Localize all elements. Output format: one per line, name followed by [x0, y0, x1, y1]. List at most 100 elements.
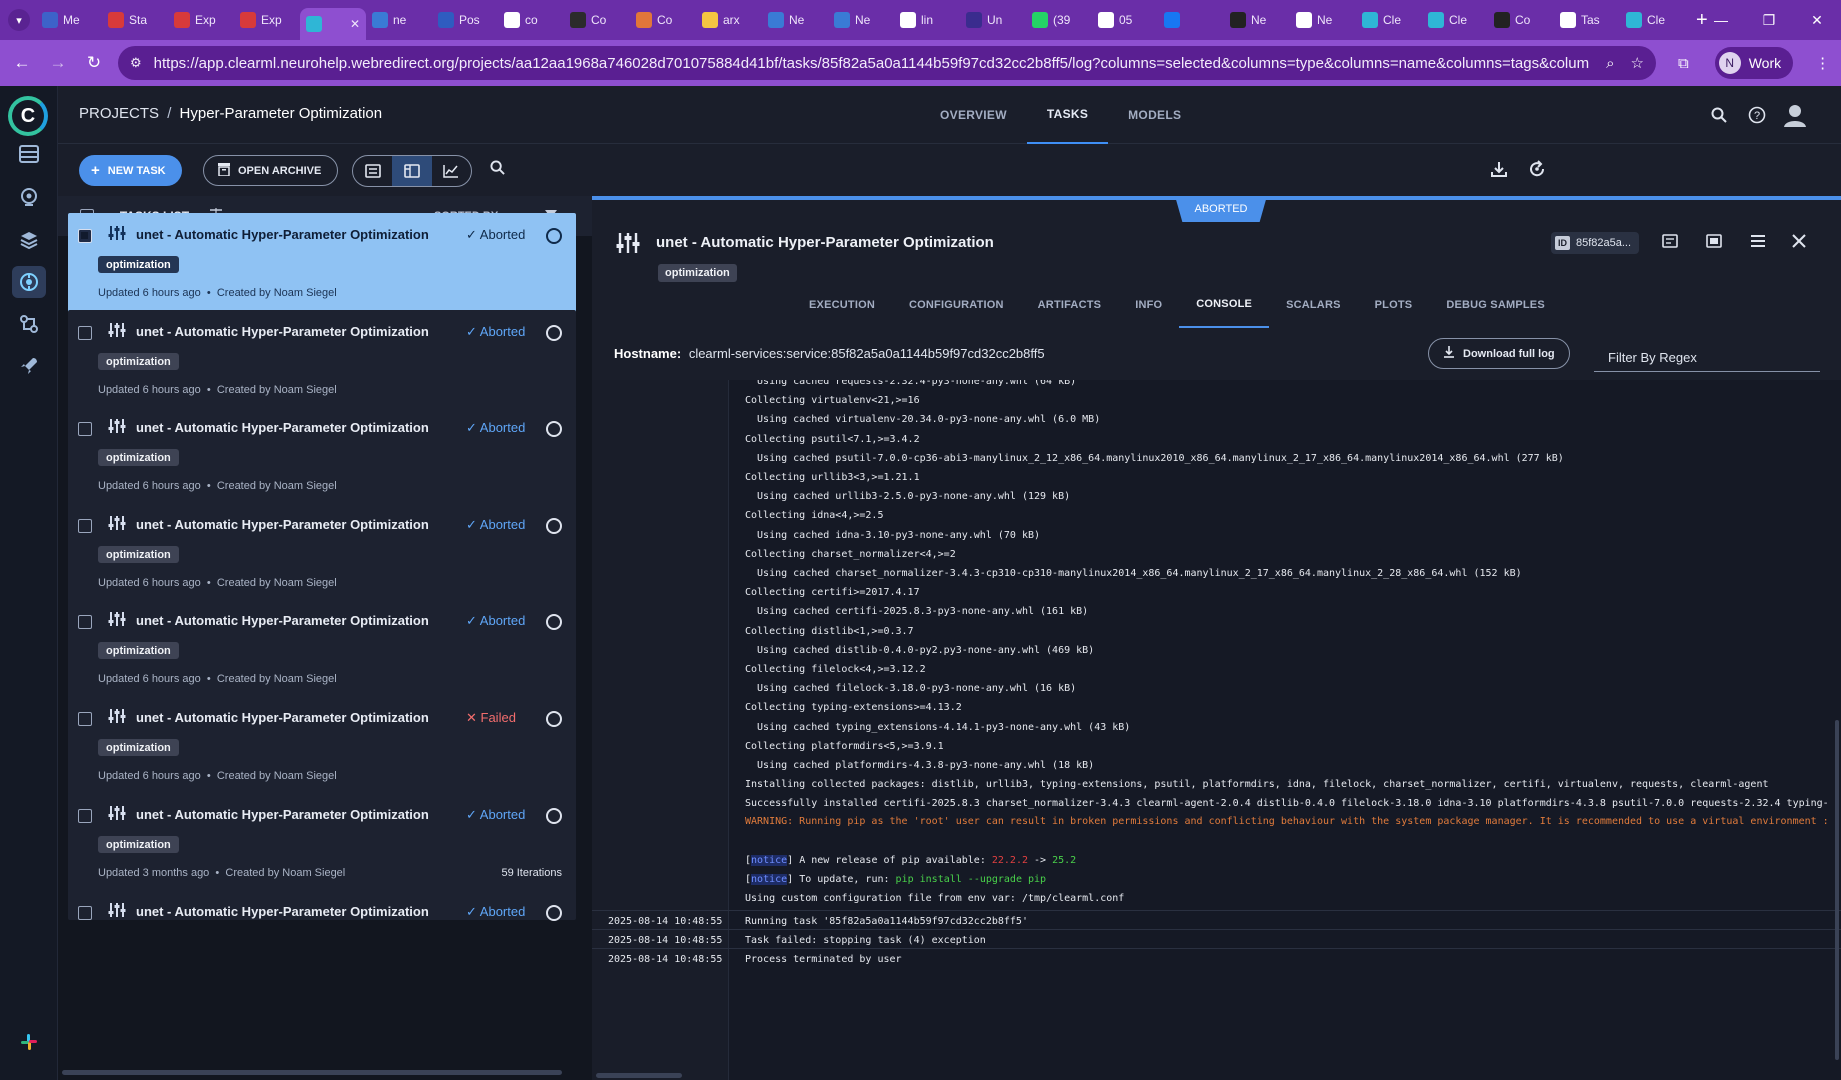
- projects-brain-icon[interactable]: [12, 181, 46, 213]
- bookmark-star-icon[interactable]: ☆: [1631, 54, 1644, 72]
- compare-chart-icon[interactable]: [432, 156, 471, 186]
- reload-icon[interactable]: ↻: [80, 49, 108, 77]
- task-card[interactable]: unet - Automatic Hyper-Parameter Optimiz…: [68, 696, 576, 798]
- menu-hamburger-icon[interactable]: [1750, 234, 1766, 253]
- restore-icon[interactable]: ❐: [1745, 0, 1793, 40]
- download-full-log-button[interactable]: Download full log: [1428, 338, 1570, 369]
- task-tag[interactable]: optimization: [658, 264, 737, 282]
- task-checkbox[interactable]: [78, 422, 92, 436]
- browser-tab[interactable]: Me: [36, 4, 102, 36]
- browser-tab[interactable]: Ne: [828, 4, 894, 36]
- clearml-logo[interactable]: C: [8, 96, 48, 136]
- task-checkbox[interactable]: [78, 615, 92, 629]
- url-text[interactable]: https://app.clearml.neurohelp.webredirec…: [154, 55, 1590, 72]
- tab-tasks[interactable]: TASKS: [1026, 86, 1109, 144]
- task-radio-circle[interactable]: [546, 808, 562, 824]
- open-archive-button[interactable]: OPEN ARCHIVE: [203, 155, 339, 186]
- tab-models[interactable]: MODELS: [1108, 86, 1201, 144]
- task-radio-circle[interactable]: [546, 614, 562, 630]
- task-tag[interactable]: optimization: [98, 836, 179, 853]
- tab-plots[interactable]: PLOTS: [1358, 282, 1430, 328]
- browser-tab[interactable]: Cle: [1620, 4, 1686, 36]
- browser-tab[interactable]: Tas: [1554, 4, 1620, 36]
- task-card[interactable]: unet - Automatic Hyper-Parameter Optimiz…: [68, 213, 576, 315]
- browser-tab[interactable]: Pos: [432, 4, 498, 36]
- task-checkbox[interactable]: [78, 809, 92, 823]
- extensions-icon[interactable]: ⧉: [1678, 55, 1689, 72]
- tab-debug-samples[interactable]: DEBUG SAMPLES: [1429, 282, 1562, 328]
- breadcrumb-projects[interactable]: PROJECTS: [79, 105, 159, 122]
- task-radio-circle[interactable]: [546, 518, 562, 534]
- browser-tab[interactable]: Sta: [102, 4, 168, 36]
- tab-configuration[interactable]: CONFIGURATION: [892, 282, 1021, 328]
- tab-search-chevron-icon[interactable]: ▾: [8, 9, 30, 31]
- browser-tab[interactable]: Exp: [168, 4, 234, 36]
- task-card[interactable]: unet - Automatic Hyper-Parameter Optimiz…: [68, 310, 576, 412]
- browser-tab[interactable]: [1158, 4, 1224, 36]
- task-checkbox[interactable]: [78, 519, 92, 533]
- url-omnibox[interactable]: ⚙ https://app.clearml.neurohelp.webredir…: [118, 46, 1656, 80]
- info-panel-icon[interactable]: [1662, 234, 1678, 253]
- browser-tab[interactable]: arx: [696, 4, 762, 36]
- user-avatar-icon[interactable]: [1780, 100, 1810, 130]
- orchestration-icon[interactable]: [12, 308, 46, 340]
- task-id-button[interactable]: ID 85f82a5a...: [1551, 232, 1639, 254]
- task-card[interactable]: unet - Automatic Hyper-Parameter Optimiz…: [68, 406, 576, 508]
- task-checkbox[interactable]: [78, 712, 92, 726]
- browser-tab[interactable]: ne: [366, 4, 432, 36]
- task-checkbox[interactable]: [78, 326, 92, 340]
- forward-arrow-icon[interactable]: →: [44, 49, 72, 77]
- tab-console[interactable]: CONSOLE: [1179, 282, 1270, 328]
- profile-button[interactable]: N Work: [1714, 47, 1794, 79]
- pipelines-brain-icon[interactable]: [12, 266, 46, 298]
- browser-tab[interactable]: 05: [1092, 4, 1158, 36]
- tab-execution[interactable]: EXECUTION: [792, 282, 892, 328]
- task-checkbox[interactable]: [78, 229, 92, 243]
- console-horizontal-scrollbar[interactable]: [596, 1073, 682, 1078]
- browser-tab[interactable]: Cle: [1422, 4, 1488, 36]
- browser-tab[interactable]: co: [498, 4, 564, 36]
- task-radio-circle[interactable]: [546, 421, 562, 437]
- task-tag[interactable]: optimization: [98, 642, 179, 659]
- task-tag[interactable]: optimization: [98, 546, 179, 563]
- task-radio-circle[interactable]: [546, 905, 562, 921]
- help-icon[interactable]: ?: [1746, 104, 1768, 126]
- tab-artifacts[interactable]: ARTIFACTS: [1021, 282, 1119, 328]
- fullscreen-icon[interactable]: [1706, 234, 1722, 253]
- breadcrumb-current-project[interactable]: Hyper-Parameter Optimization: [180, 105, 383, 122]
- auto-refresh-icon[interactable]: [1528, 160, 1546, 183]
- task-card[interactable]: unet - Automatic Hyper-Parameter Optimiz…: [68, 793, 576, 895]
- browser-tab[interactable]: Ne: [762, 4, 828, 36]
- task-tag[interactable]: optimization: [98, 739, 179, 756]
- task-card[interactable]: unet - Automatic Hyper-Parameter Optimiz…: [68, 599, 576, 701]
- task-tag[interactable]: optimization: [98, 256, 179, 273]
- dashboard-icon[interactable]: [12, 138, 46, 170]
- new-task-button[interactable]: + NEW TASK: [79, 155, 182, 186]
- close-icon[interactable]: [1792, 234, 1806, 253]
- table-view-icon[interactable]: [353, 156, 392, 186]
- deploy-rocket-icon[interactable]: [12, 350, 46, 382]
- browser-tab[interactable]: (39: [1026, 4, 1092, 36]
- back-arrow-icon[interactable]: ←: [8, 49, 36, 77]
- close-tab-icon[interactable]: ✕: [350, 17, 360, 31]
- filter-by-regex-input[interactable]: Filter By Regex: [1594, 338, 1820, 372]
- close-window-icon[interactable]: ✕: [1793, 0, 1841, 40]
- task-tag[interactable]: optimization: [98, 353, 179, 370]
- list-horizontal-scrollbar[interactable]: [62, 1070, 562, 1075]
- browser-tab[interactable]: Co: [564, 4, 630, 36]
- task-radio-circle[interactable]: [546, 711, 562, 727]
- browser-tab[interactable]: Co: [1488, 4, 1554, 36]
- console-vertical-scrollbar[interactable]: [1835, 720, 1839, 1060]
- task-card[interactable]: unet - Automatic Hyper-Parameter Optimiz…: [68, 890, 576, 921]
- tab-info[interactable]: INFO: [1118, 282, 1179, 328]
- task-tag[interactable]: optimization: [98, 449, 179, 466]
- browser-tab[interactable]: ✕: [300, 8, 366, 40]
- task-checkbox[interactable]: [78, 906, 92, 920]
- task-radio-circle[interactable]: [546, 228, 562, 244]
- list-search-icon[interactable]: [490, 160, 505, 180]
- search-icon[interactable]: [1708, 104, 1730, 126]
- browser-tab[interactable]: Ne: [1224, 4, 1290, 36]
- browser-tab[interactable]: Cle: [1356, 4, 1422, 36]
- site-info-icon[interactable]: ⚙: [130, 55, 142, 71]
- tab-overview[interactable]: OVERVIEW: [920, 86, 1027, 144]
